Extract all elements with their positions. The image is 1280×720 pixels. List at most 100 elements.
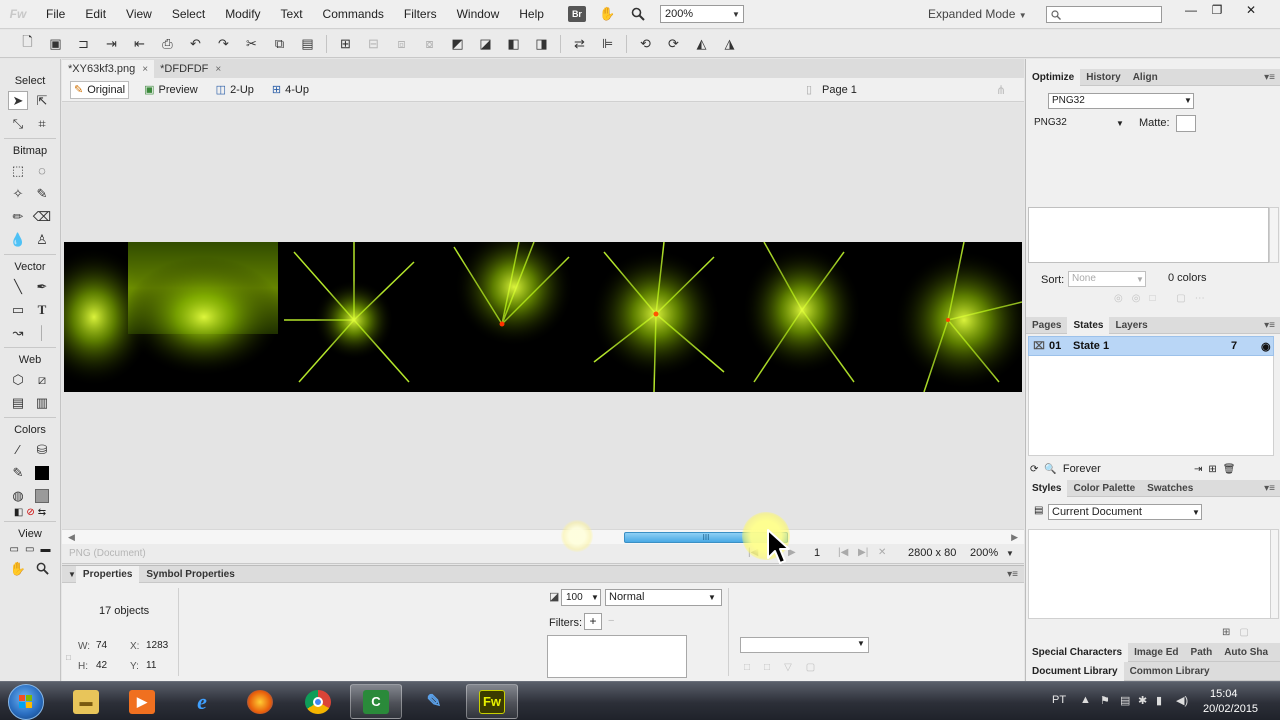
menu-select[interactable]: Select [162,0,215,29]
hide-slices-icon[interactable]: ▤ [8,393,28,412]
battery-icon[interactable]: ▮ [1156,694,1162,707]
menu-edit[interactable]: Edit [75,0,116,29]
menu-view[interactable]: View [116,0,162,29]
scroll-right-arrow-icon[interactable]: ▶ [1011,532,1018,543]
prev-frame-icon[interactable]: |◀ [838,547,848,558]
send-backward-icon[interactable]: ◧ [504,35,523,53]
close-icon[interactable]: × [215,64,221,75]
default-colors-icon[interactable]: ◧ [14,507,23,518]
delete-style-icon[interactable]: ▢ [1239,627,1257,638]
duplicate-state-icon[interactable]: ⊞ [1208,464,1222,475]
lasso-tool-icon[interactable]: ◌ [32,161,52,180]
panel-menu-icon[interactable]: ▾≡ [1007,569,1018,580]
pencil-tool-icon[interactable]: ✏ [8,207,28,226]
hand-tool-icon[interactable]: ✋ [598,5,617,23]
copy-icon[interactable]: ⧉ [270,35,289,53]
print-icon[interactable]: ⎙ [158,35,177,53]
panel-menu-icon[interactable]: ▾≡ [1264,483,1275,494]
chevron-down-icon[interactable]: ▼ [1192,508,1200,517]
view-preview-button[interactable]: ▣ Preview [141,81,201,99]
tab-optimize[interactable]: Optimize [1026,68,1081,86]
panel-menu-icon[interactable]: ▾≡ [1264,72,1275,83]
loop-setting[interactable]: Forever [1057,463,1101,475]
crop-tool-icon[interactable]: ⌗ [32,114,52,133]
no-color-icon[interactable]: ⊘ [26,507,34,518]
zoom-tool-icon[interactable] [629,5,648,23]
view-original-button[interactable]: ✎ Original [70,80,130,99]
language-indicator[interactable]: PT [1052,694,1066,706]
flip-vertical-icon[interactable]: ◮ [720,35,739,53]
view-4up-button[interactable]: ⊞ 4-Up [269,81,312,99]
sort-select[interactable]: None [1068,271,1146,287]
paste-icon[interactable]: ▤ [298,35,317,53]
export-icon[interactable]: ⇤ [130,35,149,53]
join-icon[interactable]: ⧈ [392,35,411,53]
tab-common-library[interactable]: Common Library [1124,662,1216,681]
stroke-color-icon[interactable]: ✎ [8,463,28,482]
next-frame-icon[interactable]: ▶| [858,547,868,558]
redo-icon[interactable]: ↷ [214,35,233,53]
state-visibility-icon[interactable]: ◉ [1261,340,1271,353]
hotspot-tool-icon[interactable]: ⬡ [8,370,28,389]
new-file-icon[interactable]: 🗋 [18,34,37,53]
close-button[interactable]: ✕ [1234,0,1268,20]
blend-mode-select[interactable]: Normal [605,589,722,606]
color-table-scrollbar[interactable] [1269,207,1279,263]
hand-tool-icon[interactable]: ✋ [8,559,28,578]
tab-auto-shape[interactable]: Auto Sha [1218,643,1274,662]
chevron-down-icon[interactable]: ▼ [708,589,716,606]
zoom-select[interactable]: 200% ▼ [659,5,744,23]
y-field[interactable]: 11 [144,658,174,674]
tab-swatches[interactable]: Swatches [1141,480,1199,497]
full-screen-menu-icon[interactable]: ▭ [25,544,34,555]
fill-color-icon[interactable]: ◍ [8,486,28,505]
rubber-stamp-icon[interactable]: ♙ [32,230,52,249]
taskbar-chrome[interactable] [292,684,344,719]
remove-filter-button[interactable]: − [608,615,614,627]
knife-tool-icon[interactable]: │ [32,323,52,342]
menu-filters[interactable]: Filters [394,0,447,29]
horizontal-scrollbar[interactable]: ◀ III ▶ [62,529,1024,544]
cut-icon[interactable]: ✂ [242,35,261,53]
tab-color-palette[interactable]: Color Palette [1067,480,1141,497]
close-icon[interactable]: × [142,64,148,75]
undo-icon[interactable]: ↶ [186,35,205,53]
marquee-tool-icon[interactable]: ⬚ [8,161,28,180]
menu-modify[interactable]: Modify [215,0,270,29]
eyedropper-tool-icon[interactable]: ⁄ [8,440,28,459]
network-icon[interactable]: ▤ [1120,694,1130,707]
zoom-tool-icon[interactable] [32,559,52,578]
height-field[interactable]: 42 [94,658,124,674]
show-slices-icon[interactable]: ▥ [32,393,52,412]
bluetooth-icon[interactable]: ✱ [1138,694,1147,707]
slice-tool-icon[interactable]: ⧄ [32,370,52,389]
taskbar-media-player[interactable]: ▶ [116,684,168,719]
group-icon[interactable]: ⊞ [336,35,355,53]
full-screen-icon[interactable]: ▬ [40,544,50,555]
taskbar-firefox[interactable] [234,684,286,719]
pen-tool-icon[interactable]: ✒ [32,277,52,296]
document-tab[interactable]: *XY63kf3.png × [62,60,155,78]
search-input[interactable] [1046,6,1162,23]
tab-properties[interactable]: Properties [75,565,140,583]
chevron-down-icon[interactable]: ▼ [589,589,601,606]
split-icon[interactable]: ⧇ [420,35,439,53]
tab-pages[interactable]: Pages [1026,317,1067,334]
page-selector[interactable]: Page 1 [822,84,857,96]
add-filter-button[interactable]: + [584,613,602,630]
taskbar-paint[interactable]: ✎ [408,684,460,719]
open-icon[interactable]: ⊐ [74,35,93,53]
brush-tool-icon[interactable]: ✎ [32,184,52,203]
menu-window[interactable]: Window [447,0,510,29]
export-format-select[interactable]: PNG32 [1030,115,1128,131]
matte-color-swatch[interactable] [1176,115,1196,132]
width-field[interactable]: 74 [94,638,124,654]
text-options-select[interactable] [740,637,869,653]
state-row[interactable]: ⌧ 01 State 1 7 ◉ [1028,336,1274,356]
action-center-icon[interactable]: ⚑ [1100,694,1110,707]
canvas-size-label[interactable]: 2800 x 80 [908,547,956,559]
freeform-tool-icon[interactable]: ↝ [8,323,28,342]
rectangle-tool-icon[interactable]: ▭ [8,300,28,319]
send-to-back-icon[interactable]: ◨ [532,35,551,53]
clock-date[interactable]: 20/02/2015 [1203,703,1258,715]
